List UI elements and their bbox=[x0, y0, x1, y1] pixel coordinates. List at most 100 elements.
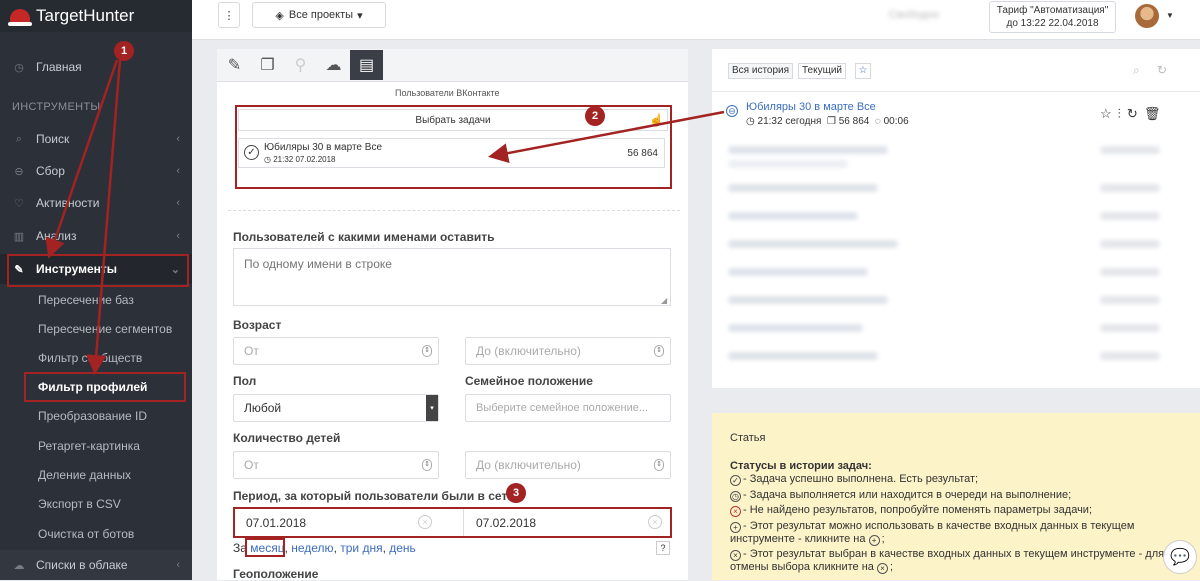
names-label: Пользователей с какими именами оставить bbox=[233, 230, 495, 244]
spinner-icon[interactable]: ⇕ bbox=[654, 459, 664, 471]
blurred-row bbox=[728, 240, 898, 248]
settings-icon[interactable]: ⫶ bbox=[1118, 106, 1127, 121]
sidebar-section-title: ИНСТРУМЕНТЫ bbox=[12, 101, 101, 113]
sidebar-item-collect[interactable]: ⊖ Сбор ‹ bbox=[0, 156, 192, 186]
annotation-badge: 3 bbox=[506, 483, 526, 503]
chevron-left-icon: ‹ bbox=[176, 133, 180, 145]
star-icon[interactable]: ☆ bbox=[1100, 106, 1118, 121]
chat-icon[interactable]: 💬 bbox=[1163, 540, 1197, 574]
chevron-left-icon: ‹ bbox=[176, 165, 180, 177]
caret-down-icon[interactable]: ▾ bbox=[426, 395, 438, 421]
blurred-row bbox=[728, 296, 888, 304]
timer-icon: ◌ bbox=[874, 116, 881, 127]
refresh-icon[interactable]: ↻ bbox=[1127, 106, 1144, 121]
kids-from-input[interactable]: От ⇕ bbox=[233, 451, 439, 479]
minus-circle-icon: × bbox=[876, 563, 888, 574]
blurred-row bbox=[728, 184, 878, 192]
sidebar-item-cloud[interactable]: ☁ Списки в облаке ‹ bbox=[0, 550, 192, 580]
family-select[interactable]: Выберите семейное положение... bbox=[465, 394, 671, 422]
star-icon[interactable]: ☆ bbox=[855, 63, 871, 79]
caret-down-icon[interactable]: ▼ bbox=[1166, 11, 1174, 20]
blurred-row bbox=[1100, 352, 1160, 360]
cloud-icon: ☁ bbox=[13, 559, 25, 572]
result-status-icon[interactable]: ⊖ bbox=[726, 105, 738, 117]
article-link[interactable]: Статья bbox=[730, 432, 1170, 445]
hidden-button[interactable]: Свободно bbox=[862, 2, 966, 28]
location-icon[interactable]: ⚲ bbox=[284, 50, 317, 80]
copy-icon: ❐ bbox=[826, 116, 836, 127]
history-actions: ☆⫶↻🗑 bbox=[1100, 106, 1166, 122]
period-3days-link[interactable]: три дня bbox=[340, 541, 382, 555]
clock-icon: ◷ bbox=[14, 61, 24, 74]
family-label: Семейное положение bbox=[465, 374, 593, 388]
blurred-row bbox=[728, 160, 848, 168]
sidebar-subitem[interactable]: Ретаргет-картинка bbox=[38, 439, 140, 453]
sex-label: Пол bbox=[233, 374, 257, 388]
sidebar-item-home[interactable]: ◷ Главная bbox=[0, 52, 192, 82]
copy-icon[interactable]: ❐ bbox=[251, 50, 284, 80]
chevron-left-icon: ‹ bbox=[176, 230, 180, 242]
sex-select[interactable]: Любой ▾ bbox=[233, 394, 439, 422]
blurred-row bbox=[728, 352, 878, 360]
highlight-box bbox=[233, 507, 672, 538]
clock-icon: ◷ bbox=[746, 116, 755, 127]
blurred-row bbox=[1100, 184, 1160, 192]
sidebar-subitem[interactable]: Экспорт в CSV bbox=[38, 497, 121, 511]
sidebar-item-analysis[interactable]: ▥ Анализ ‹ bbox=[0, 221, 192, 251]
spinner-icon[interactable]: ⇕ bbox=[422, 345, 432, 357]
menu-button[interactable]: ⋮ bbox=[218, 2, 240, 28]
avatar[interactable] bbox=[1135, 4, 1159, 28]
period-week-link[interactable]: неделю bbox=[291, 541, 333, 555]
sidebar-subitem[interactable]: Деление данных bbox=[38, 468, 131, 482]
book-icon[interactable]: ▤ bbox=[350, 50, 383, 80]
blurred-row bbox=[728, 212, 858, 220]
info-title: Статусы в истории задач: bbox=[730, 460, 872, 472]
sidebar-subitem[interactable]: Преобразование ID bbox=[38, 409, 147, 423]
edit-icon[interactable]: ✎ bbox=[218, 50, 251, 80]
info-line: ◷ - Задача выполняется или находится в оч… bbox=[730, 489, 1072, 502]
sidebar-subitem[interactable]: Пересечение баз bbox=[38, 293, 134, 307]
check-circle-icon: ✓ bbox=[730, 475, 741, 486]
sidebar: TargetHunter ◷ Главная ИНСТРУМЕНТЫ ⌕ Поиск… bbox=[0, 0, 192, 580]
blurred-row bbox=[728, 268, 868, 276]
plus-circle-icon: + bbox=[868, 535, 880, 546]
annotation-badge: 2 bbox=[585, 106, 605, 126]
spinner-icon[interactable]: ⇕ bbox=[422, 459, 432, 471]
tab-all-history[interactable]: Вся история bbox=[728, 63, 794, 79]
tool-tabs: ✎ ❐ ⚲ ☁ ▤ bbox=[218, 50, 383, 80]
refresh-icon[interactable]: ↻ bbox=[1157, 63, 1167, 77]
period-label: Период, за который пользователи были в с… bbox=[233, 489, 515, 503]
kids-to-input[interactable]: До (включительно) ⇕ bbox=[465, 451, 671, 479]
sidebar-subitem[interactable]: Фильтр сообществ bbox=[38, 351, 142, 365]
section-title: Пользователи ВКонтакте bbox=[395, 88, 500, 98]
help-button[interactable]: ? bbox=[656, 541, 670, 555]
clock-icon: ◷ bbox=[730, 491, 741, 502]
layers-icon: ◈ bbox=[275, 9, 284, 22]
highlight-box bbox=[24, 372, 186, 402]
projects-dropdown[interactable]: ◈ Все проекты ▾ bbox=[252, 2, 386, 28]
sidebar-subitem[interactable]: Пересечение сегментов bbox=[38, 322, 172, 336]
sidebar-item-activity[interactable]: ♡ Активности ‹ bbox=[0, 188, 192, 218]
age-label: Возраст bbox=[233, 318, 282, 332]
search-icon[interactable]: ⌕ bbox=[1133, 63, 1140, 78]
sidebar-item-search[interactable]: ⌕ Поиск ‹ bbox=[0, 124, 192, 154]
tab-current[interactable]: Текущий bbox=[798, 63, 846, 79]
logo[interactable]: TargetHunter bbox=[0, 0, 192, 32]
collect-icon: ⊖ bbox=[14, 165, 24, 178]
spinner-icon[interactable]: ⇕ bbox=[654, 345, 664, 357]
age-from-input[interactable]: От ⇕ bbox=[233, 337, 439, 365]
blurred-row bbox=[1100, 296, 1160, 304]
history-task-name[interactable]: Юбиляры 30 в марте Все bbox=[746, 101, 876, 113]
tariff-info[interactable]: Тариф "Автоматизация" до 13:22 22.04.2018 bbox=[989, 1, 1116, 33]
period-day-link[interactable]: день bbox=[389, 541, 416, 555]
names-textarea[interactable] bbox=[233, 248, 671, 306]
cloud-upload-icon[interactable]: ☁ bbox=[317, 50, 350, 80]
sidebar-subitem[interactable]: Очистка от ботов bbox=[38, 527, 134, 541]
trash-icon[interactable]: 🗑 bbox=[1144, 106, 1167, 121]
highlight-box bbox=[245, 538, 285, 557]
chart-icon: ▥ bbox=[13, 230, 25, 243]
error-circle-icon: × bbox=[730, 506, 741, 517]
age-to-input[interactable]: До (включительно) ⇕ bbox=[465, 337, 671, 365]
plus-circle-icon: + bbox=[730, 522, 741, 533]
resize-handle-icon[interactable]: ◢ bbox=[661, 296, 667, 305]
